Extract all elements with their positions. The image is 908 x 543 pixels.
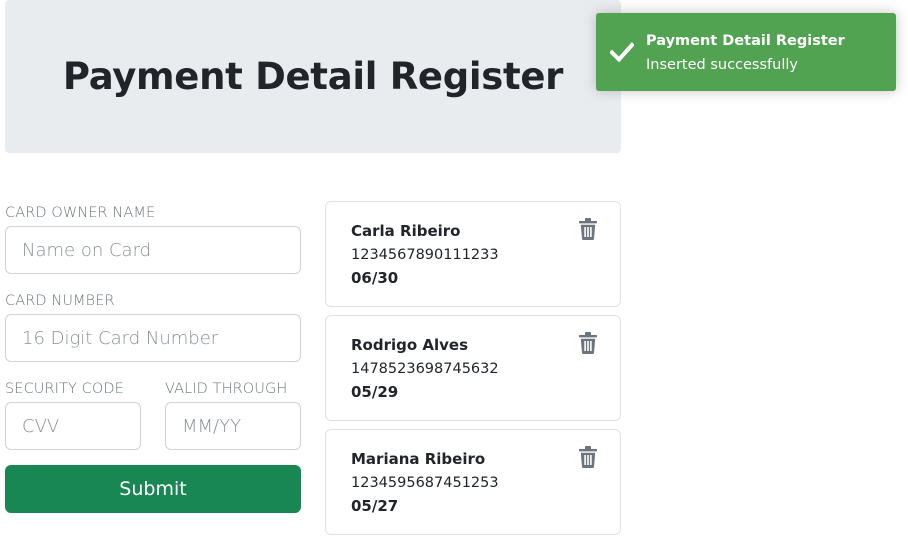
- card-expiry: 05/29: [351, 383, 399, 401]
- valid-through-label: VALID THROUGH: [165, 381, 288, 397]
- toast-message: Inserted successfully: [646, 57, 798, 73]
- card-number: 1234595687451253: [351, 475, 499, 491]
- owner-label: CARD OWNER NAME: [5, 205, 156, 221]
- card-expiry: 06/30: [351, 269, 399, 287]
- owner-name-input[interactable]: [5, 226, 301, 274]
- card-item[interactable]: Rodrigo Alves 1478523698745632 05/29: [325, 315, 621, 421]
- card-owner-name: Carla Ribeiro: [351, 222, 461, 240]
- page: Payment Detail Register CARD OWNER NAME …: [0, 0, 908, 543]
- card-item[interactable]: Mariana Ribeiro 1234595687451253 05/27: [325, 429, 621, 535]
- owner-field-group: CARD OWNER NAME: [5, 205, 301, 274]
- card-number: 1478523698745632: [351, 361, 499, 377]
- card-number-field-group: CARD NUMBER: [5, 293, 301, 362]
- card-item[interactable]: Carla Ribeiro 1234567890111233 06/30: [325, 201, 621, 307]
- expiry-input[interactable]: [165, 402, 301, 450]
- cvv-input[interactable]: [5, 402, 141, 450]
- card-number-label: CARD NUMBER: [5, 293, 115, 309]
- card-expiry: 05/27: [351, 497, 399, 515]
- security-code-label: SECURITY CODE: [5, 381, 124, 397]
- header-banner: Payment Detail Register: [5, 0, 621, 153]
- trash-icon: [579, 332, 597, 354]
- submit-button[interactable]: Submit: [5, 465, 301, 513]
- card-number-input[interactable]: [5, 314, 301, 362]
- delete-card-button[interactable]: [577, 218, 599, 242]
- delete-card-button[interactable]: [577, 332, 599, 356]
- valid-through-field-group: VALID THROUGH: [165, 381, 301, 450]
- trash-icon: [579, 446, 597, 468]
- success-toast[interactable]: Payment Detail Register Inserted success…: [596, 13, 896, 91]
- delete-card-button[interactable]: [577, 446, 599, 470]
- check-icon: [610, 42, 634, 63]
- page-title: Payment Detail Register: [62, 55, 564, 98]
- toast-title: Payment Detail Register: [646, 33, 845, 49]
- trash-icon: [579, 218, 597, 240]
- card-owner-name: Rodrigo Alves: [351, 336, 469, 354]
- card-number: 1234567890111233: [351, 247, 499, 263]
- card-owner-name: Mariana Ribeiro: [351, 450, 486, 468]
- security-code-field-group: SECURITY CODE: [5, 381, 141, 450]
